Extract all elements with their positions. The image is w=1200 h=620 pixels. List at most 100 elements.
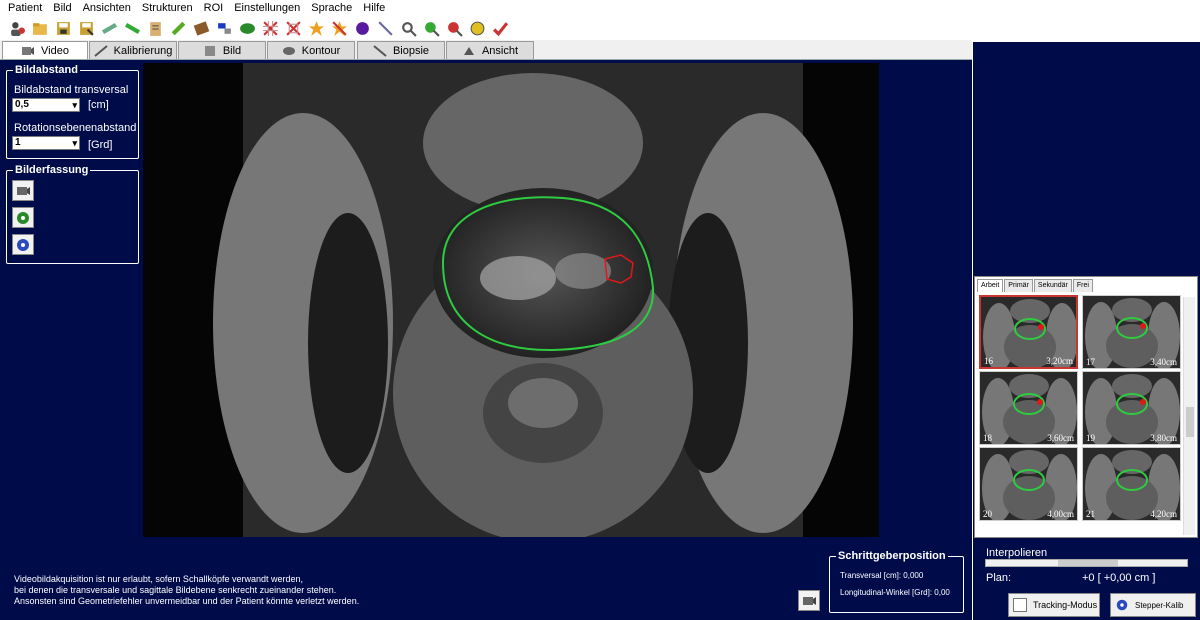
thumbnail-20[interactable]: 20 4,00cm <box>979 447 1078 521</box>
interpolieren-label: Interpolieren <box>986 547 1048 559</box>
open-folder-icon[interactable] <box>29 18 51 38</box>
tab-label: Biopsie <box>392 44 430 57</box>
stepper-calib-button[interactable]: Stepper-Kalib <box>1110 593 1196 617</box>
view-icon <box>463 46 474 55</box>
clipboard-icon[interactable] <box>144 18 166 38</box>
tab-label: Kontour <box>301 44 341 57</box>
capture-button[interactable] <box>12 180 34 201</box>
tab-arbeit[interactable]: Arbeit <box>977 279 1004 292</box>
magnifier-icon[interactable] <box>397 18 419 38</box>
menu-hilfe[interactable]: Hilfe <box>363 2 385 14</box>
book-icon[interactable] <box>190 18 212 38</box>
thumbnail-21[interactable]: 21 4,20cm <box>1082 447 1181 521</box>
tab-video[interactable]: Video <box>2 41 88 59</box>
bildabstand-title: Bildabstand <box>13 64 80 76</box>
star-cross-icon[interactable] <box>328 18 350 38</box>
warning-line-3: Ansonsten sind Geometriefehler unvermeid… <box>14 596 360 606</box>
patient-icon[interactable] <box>6 18 28 38</box>
slice-position: 3,60cm <box>1047 433 1074 443</box>
slice-number: 21 <box>1086 509 1095 519</box>
thumbnail-panel: Arbeit Primär Sekundär Frei 16 3,20cm 17 3,… <box>974 276 1198 538</box>
tab-bild[interactable]: Bild <box>178 41 266 59</box>
slice-position: 3,40cm <box>1150 357 1177 367</box>
save-icon[interactable] <box>52 18 74 38</box>
cross-grid-icon[interactable] <box>259 18 281 38</box>
thumbnail-19[interactable]: 19 3,80cm <box>1082 371 1181 445</box>
slice-number: 19 <box>1086 433 1095 443</box>
longitudinal-angle: Longitudinal-Winkel [Grd]: 0,00 <box>840 588 950 597</box>
tab-ansicht[interactable]: Ansicht <box>446 41 534 59</box>
pencil-icon[interactable] <box>167 18 189 38</box>
ruler-icon[interactable] <box>98 18 120 38</box>
tab-biopsie[interactable]: Biopsie <box>357 41 445 59</box>
camera-icon <box>803 596 816 605</box>
tab-kontour[interactable]: Kontour <box>267 41 355 59</box>
needle-icon[interactable] <box>121 18 143 38</box>
warning-line-2: bei denen die transversale und sagittale… <box>14 585 337 595</box>
plan-value: +0 [ +0,00 cm ] <box>1082 572 1156 584</box>
biopsy-icon <box>373 44 387 57</box>
line-icon[interactable] <box>374 18 396 38</box>
thumbnail-scrollbar[interactable] <box>1183 297 1195 535</box>
menu-bild[interactable]: Bild <box>53 2 71 14</box>
gear-blue-icon <box>17 238 29 251</box>
slice-position: 3,20cm <box>1046 356 1073 366</box>
slice-number: 17 <box>1086 357 1095 367</box>
slice-position: 3,80cm <box>1150 433 1177 443</box>
slice-number: 20 <box>983 509 992 519</box>
checkmark-icon[interactable] <box>489 18 511 38</box>
camera-icon <box>17 186 30 195</box>
video-warning: Videobildakquisition ist nur erlaubt, so… <box>14 574 359 607</box>
slice-number: 16 <box>984 356 993 366</box>
menu-patient[interactable]: Patient <box>8 2 42 14</box>
toolbar <box>0 16 1200 40</box>
thumbnail-tabs: Arbeit Primär Sekundär Frei <box>977 279 1094 293</box>
menu-sprache[interactable]: Sprache <box>311 2 352 14</box>
stepper-label: Stepper-Kalib <box>1135 600 1184 610</box>
video-capture-button[interactable] <box>798 590 820 611</box>
checkbox-icon <box>1013 598 1027 612</box>
transversal-unit: [cm] <box>88 99 109 111</box>
thumbnail-18[interactable]: 18 3,60cm <box>979 371 1078 445</box>
tab-primaer[interactable]: Primär <box>1004 279 1033 292</box>
menu-roi[interactable]: ROI <box>204 2 224 14</box>
tab-label: Kalibrierung <box>113 44 173 57</box>
menu-ansichten[interactable]: Ansichten <box>83 2 131 14</box>
interpolieren-slider[interactable] <box>985 559 1188 567</box>
save-as-icon[interactable] <box>75 18 97 38</box>
contour-icon <box>282 46 295 55</box>
blob-icon[interactable] <box>351 18 373 38</box>
mri-image[interactable] <box>143 63 879 537</box>
menu-bar: Patient Bild Ansichten Strukturen ROI Ei… <box>0 0 1200 16</box>
rotation-select[interactable]: 1 <box>12 136 80 150</box>
thumbnail-17[interactable]: 17 3,40cm <box>1082 295 1181 369</box>
menu-einstellungen[interactable]: Einstellungen <box>234 2 300 14</box>
calibration-icon <box>94 44 108 57</box>
yellow-circle-icon[interactable] <box>466 18 488 38</box>
tab-label: Bild <box>222 44 242 57</box>
video-icon <box>22 46 35 55</box>
ellipse-icon[interactable] <box>236 18 258 38</box>
tab-sekundaer[interactable]: Sekundär <box>1033 279 1072 292</box>
transversal-position: Transversal [cm]: 0,000 <box>840 571 924 580</box>
green-pin-icon[interactable] <box>420 18 442 38</box>
settings-blue-button[interactable] <box>12 234 34 255</box>
tab-bar: Video Kalibrierung Bild Kontour Biopsie … <box>0 40 972 60</box>
cross-icon[interactable] <box>282 18 304 38</box>
rotation-label: Rotationsebenenabstand <box>14 122 137 134</box>
settings-green-button[interactable] <box>12 207 34 228</box>
red-pin-icon[interactable] <box>443 18 465 38</box>
tab-frei[interactable]: Frei <box>1072 279 1093 292</box>
tab-label: Ansicht <box>481 44 519 57</box>
schrittgeber-group: Schrittgeberposition <box>829 550 964 613</box>
transversal-select[interactable]: 0,5 <box>12 98 80 112</box>
tab-kalibrierung[interactable]: Kalibrierung <box>89 41 177 59</box>
star-icon[interactable] <box>305 18 327 38</box>
slice-position: 4,00cm <box>1047 509 1074 519</box>
rotation-unit: [Grd] <box>88 139 113 151</box>
menu-strukturen[interactable]: Strukturen <box>142 2 193 14</box>
thumbnail-16[interactable]: 16 3,20cm <box>979 295 1078 369</box>
flag-icon[interactable] <box>213 18 235 38</box>
tracking-mode-button[interactable]: Tracking-Modus <box>1008 593 1100 617</box>
bilderfassung-title: Bilderfassung <box>13 164 91 176</box>
